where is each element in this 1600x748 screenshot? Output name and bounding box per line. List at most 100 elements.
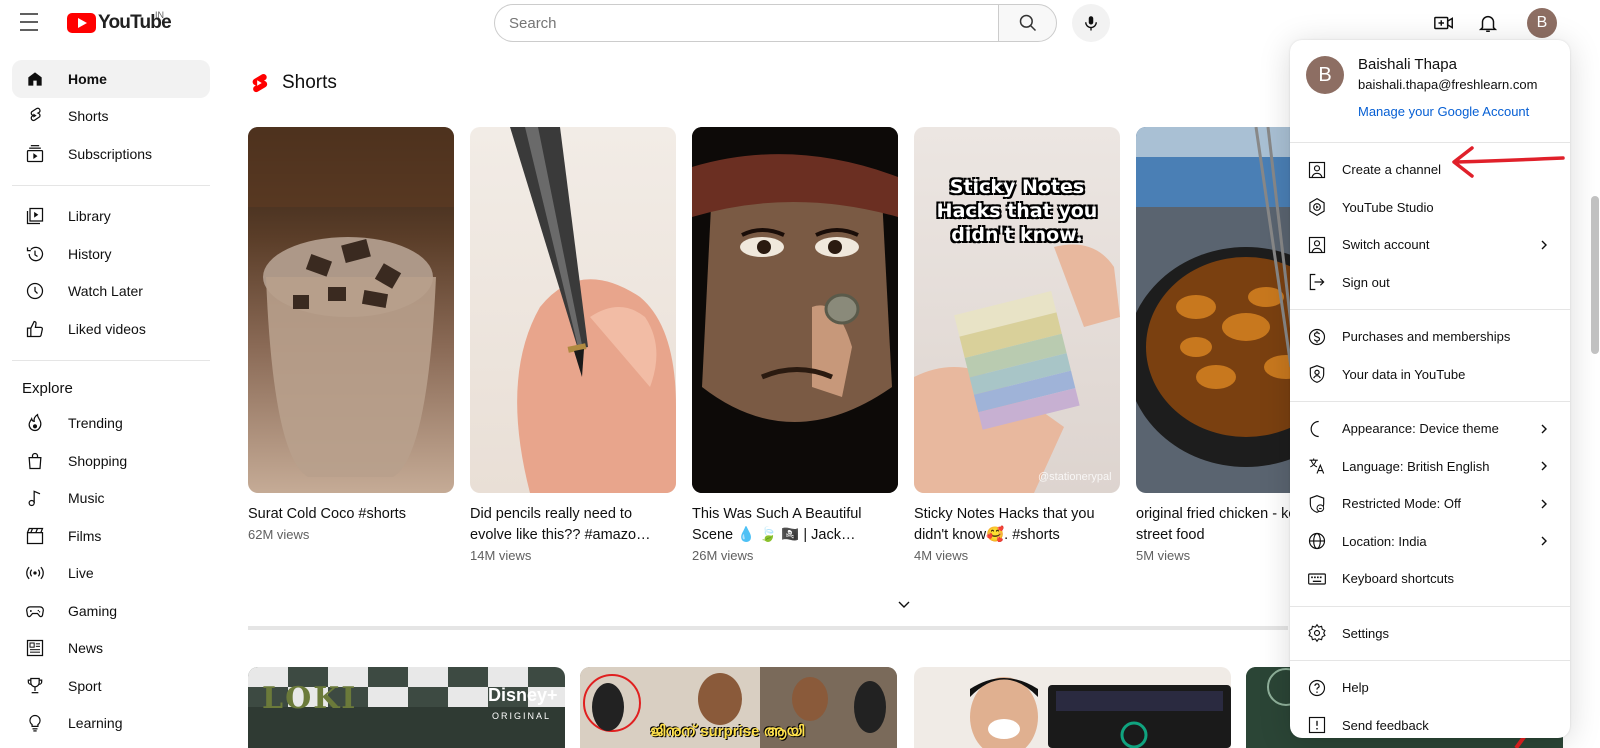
sidebar-item-gaming[interactable]: Gaming: [12, 592, 210, 630]
menu-item-send-feedback[interactable]: Send feedback: [1290, 707, 1570, 745]
short-card[interactable]: Sticky Notes Hacks that you didn't know.…: [914, 127, 1120, 563]
menu-item-youtube-studio[interactable]: YouTube Studio: [1290, 189, 1570, 227]
home-icon: [28, 72, 42, 86]
sidebar-item-label: Trending: [68, 415, 123, 432]
short-thumbnail[interactable]: [248, 127, 454, 493]
disney-original-label: ORIGINAL: [492, 711, 552, 721]
short-title[interactable]: Sticky Notes Hacks that you didn't know🥰…: [914, 504, 1120, 546]
sidebar-item-learning[interactable]: Learning: [12, 705, 210, 743]
menu-item-label: YouTube Studio: [1342, 199, 1434, 215]
liked-videos-icon: [26, 320, 43, 337]
video-thumbnail[interactable]: LOKI Disney+ ORIGINAL: [248, 667, 565, 748]
menu-item-appearance-device-theme[interactable]: Appearance: Device theme: [1290, 410, 1570, 448]
video-thumbnail[interactable]: [914, 667, 1231, 748]
sidebar-item-history[interactable]: History: [12, 235, 210, 273]
shorts-icon: [30, 107, 41, 122]
shorts-section-heading: Shorts: [248, 72, 337, 94]
sport-icon: [27, 677, 43, 694]
sidebar-item-subscriptions[interactable]: Subscriptions: [12, 135, 210, 173]
menu-item-settings[interactable]: Settings: [1290, 615, 1570, 653]
menu-item-label: Your data in YouTube: [1342, 366, 1466, 382]
short-card[interactable]: Did pencils really need to evolve like t…: [470, 127, 676, 563]
sidebar-divider: [12, 359, 210, 361]
menu-item-location-india[interactable]: Location: India: [1290, 523, 1570, 561]
menu-item-label: Appearance: Device theme: [1342, 421, 1499, 437]
short-title[interactable]: This Was Such A Beautiful Scene 💧 🍃 🏴‍☠️…: [692, 504, 898, 546]
create-video-button[interactable]: [1432, 11, 1456, 35]
gaming-icon: [26, 605, 44, 617]
youtube-studio-icon: [1309, 198, 1325, 217]
sidebar-item-library[interactable]: Library: [12, 198, 210, 236]
sidebar-item-music[interactable]: Music: [12, 480, 210, 518]
sidebar-item-label: Home: [68, 70, 107, 87]
search-input[interactable]: [494, 4, 998, 42]
menu-item-language-british-english[interactable]: Language: British English: [1290, 448, 1570, 486]
menu-item-sign-out[interactable]: Sign out: [1290, 264, 1570, 302]
menu-item-label: Keyboard shortcuts: [1342, 571, 1455, 587]
sidebar-item-label: Music: [68, 490, 105, 507]
short-thumbnail[interactable]: [692, 127, 898, 493]
thumbnail-watermark: @stationerypal: [1038, 471, 1112, 483]
menu-divider: [1290, 605, 1570, 607]
account-avatar-button[interactable]: B: [1527, 8, 1557, 38]
learning-icon: [29, 715, 41, 732]
video-thumbnail-caption: ജിനുന് surprise ആയി: [650, 723, 805, 740]
short-card[interactable]: This Was Such A Beautiful Scene 💧 🍃 🏴‍☠️…: [692, 127, 898, 563]
menu-item-switch-account[interactable]: Switch account: [1290, 226, 1570, 264]
globe-icon: [1308, 533, 1326, 550]
menu-item-label: Help: [1342, 680, 1369, 696]
menu-divider: [1290, 660, 1570, 661]
search-button[interactable]: [998, 4, 1057, 42]
menu-item-your-data-in-youtube[interactable]: Your data in YouTube: [1290, 356, 1570, 394]
menu-item-keyboard-shortcuts[interactable]: Keyboard shortcuts: [1290, 560, 1570, 598]
account-name: Baishali Thapa: [1358, 56, 1457, 73]
video-thumbnail[interactable]: ജിനുന് surprise ആയി: [580, 667, 897, 748]
history-icon: [26, 246, 44, 262]
section-divider: [248, 626, 1288, 630]
menu-divider: [1290, 309, 1570, 310]
create-video-icon: [1434, 16, 1453, 30]
short-title[interactable]: Did pencils really need to evolve like t…: [470, 504, 676, 546]
country-code: IN: [155, 10, 164, 20]
sidebar-item-home[interactable]: Home: [12, 60, 210, 98]
films-icon: [26, 527, 44, 544]
short-views: 4M views: [914, 548, 969, 563]
voice-search-button[interactable]: [1072, 4, 1110, 42]
switch-account-icon: [1308, 236, 1326, 253]
show-more-chevron-icon[interactable]: [896, 597, 912, 613]
notifications-button[interactable]: [1476, 11, 1500, 35]
menu-icon[interactable]: [20, 13, 44, 33]
short-card[interactable]: Surat Cold Coco #shorts 62M views: [248, 127, 454, 542]
sidebar-item-sport[interactable]: Sport: [12, 667, 210, 705]
library-icon: [26, 208, 44, 225]
sidebar-item-label: History: [68, 245, 112, 262]
sidebar-item-label: Library: [68, 208, 111, 225]
manage-google-account-link[interactable]: Manage your Google Account: [1358, 104, 1537, 119]
short-title[interactable]: Surat Cold Coco #shorts: [248, 504, 454, 525]
menu-item-restricted-mode-off[interactable]: Restricted Mode: Off: [1290, 485, 1570, 523]
short-thumbnail[interactable]: [470, 127, 676, 493]
menu-item-label: Settings: [1342, 625, 1389, 641]
menu-item-label: Purchases and memberships: [1342, 329, 1511, 345]
sidebar-item-label: Shopping: [68, 452, 128, 469]
page-scrollbar[interactable]: [1591, 196, 1599, 354]
live-icon: [26, 566, 44, 580]
language-icon: [1309, 458, 1325, 474]
appearance-icon: [1310, 420, 1319, 437]
short-thumbnail[interactable]: Sticky Notes Hacks that you didn't know.…: [914, 127, 1120, 493]
sidebar-item-news[interactable]: News: [12, 630, 210, 668]
short-views: 14M views: [470, 548, 532, 563]
trending-icon: [28, 413, 42, 432]
sidebar-item-watch-later[interactable]: Watch Later: [12, 273, 210, 311]
menu-item-help[interactable]: Help: [1290, 669, 1570, 707]
sidebar-item-trending[interactable]: Trending: [12, 405, 210, 443]
sidebar-item-shorts[interactable]: Shorts: [12, 98, 210, 136]
sidebar-item-films[interactable]: Films: [12, 517, 210, 555]
sidebar-item-liked-videos[interactable]: Liked videos: [12, 310, 210, 348]
sidebar-item-shopping[interactable]: Shopping: [12, 442, 210, 480]
search-icon: [1019, 14, 1036, 32]
sidebar-item-live[interactable]: Live: [12, 555, 210, 593]
menu-item-purchases-and-memberships[interactable]: Purchases and memberships: [1290, 318, 1570, 356]
menu-item-label: Location: India: [1342, 533, 1427, 549]
create-channel-icon: [1308, 161, 1326, 178]
